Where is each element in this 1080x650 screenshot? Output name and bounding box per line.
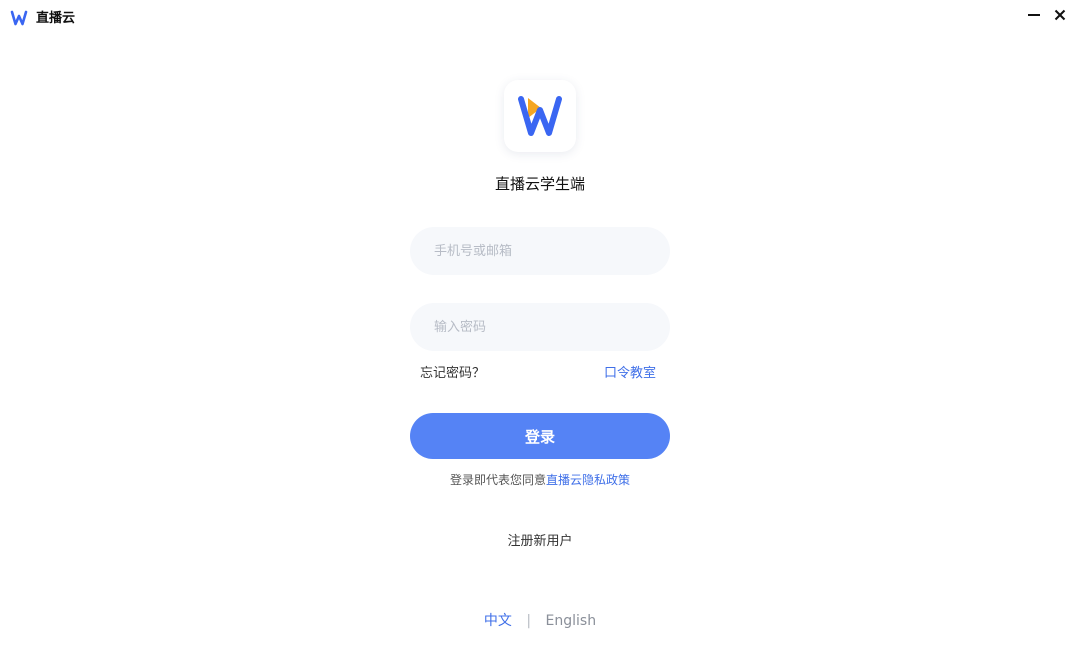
agreement-prefix: 登录即代表您同意 xyxy=(449,473,546,487)
language-separator: | xyxy=(526,613,532,629)
login-window: 直播云 直播云学生端 忘记密码？ 口令教室 登录 登录即代表您同意直播云隐私政策… xyxy=(0,0,1080,650)
agreement-text: 登录即代表您同意直播云隐私政策 xyxy=(0,472,1080,489)
language-switcher: 中文 | English xyxy=(0,612,1080,630)
w-play-logo-icon xyxy=(518,96,562,136)
register-row: 注册新用户 xyxy=(0,533,1080,551)
forgot-password-link[interactable]: 忘记密码？ xyxy=(420,365,485,383)
close-icon xyxy=(1054,9,1066,21)
language-english[interactable]: English xyxy=(546,613,597,629)
w-logo-icon xyxy=(10,10,28,26)
language-chinese[interactable]: 中文 xyxy=(484,613,512,629)
app-logo-tile xyxy=(504,80,576,152)
close-button[interactable] xyxy=(1048,4,1072,26)
minimize-button[interactable] xyxy=(1022,4,1046,26)
window-title: 直播云 xyxy=(36,11,76,26)
phone-email-input[interactable] xyxy=(410,227,670,275)
password-input[interactable] xyxy=(410,303,670,351)
login-button[interactable]: 登录 xyxy=(410,413,670,459)
title-bar: 直播云 xyxy=(0,0,1080,36)
app-name: 直播云学生端 xyxy=(494,175,585,193)
minimize-icon xyxy=(1028,14,1040,16)
password-classroom-link[interactable]: 口令教室 xyxy=(604,365,656,383)
register-link[interactable]: 注册新用户 xyxy=(507,534,572,549)
privacy-policy-link[interactable]: 直播云隐私政策 xyxy=(546,473,630,487)
